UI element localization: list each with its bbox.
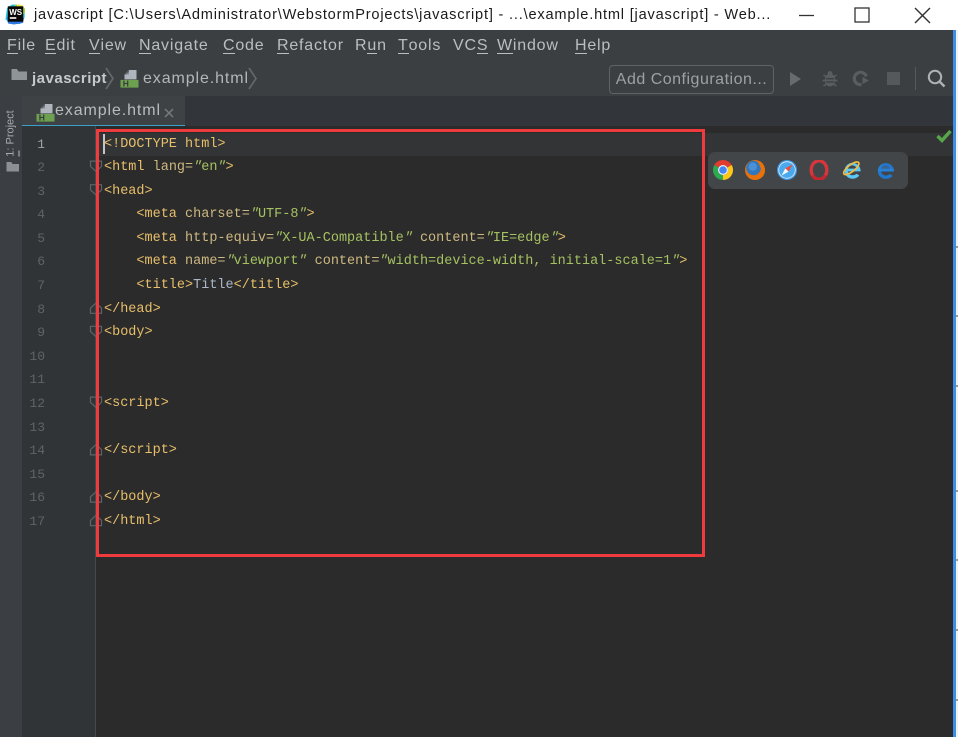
- svg-text:WS: WS: [9, 8, 23, 17]
